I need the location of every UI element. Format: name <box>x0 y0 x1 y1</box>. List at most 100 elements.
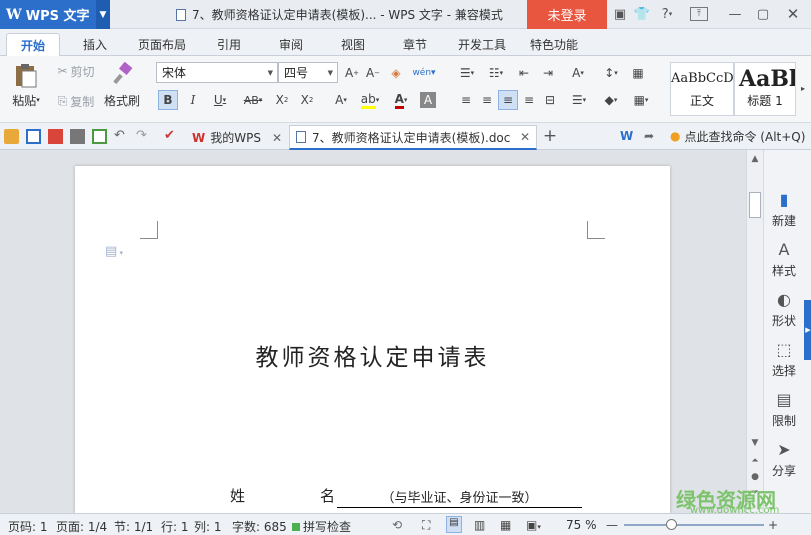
tab-home[interactable]: 开始 <box>6 33 60 56</box>
field-note[interactable]: （与毕业证、身份证一致） <box>337 487 582 508</box>
doc-tab-current[interactable]: 7、教师资格证认定申请表(模板).doc ✕ <box>289 125 537 150</box>
font-size-select[interactable]: 四号 ▼ <box>278 62 338 83</box>
tab-insert[interactable]: 插入 <box>72 33 118 56</box>
minimize-icon[interactable]: — <box>726 5 744 23</box>
command-search[interactable]: ● 点此查找命令 (Alt+Q) <box>670 127 805 145</box>
zoom-in-icon[interactable]: + <box>768 518 778 532</box>
print-icon[interactable] <box>70 129 85 144</box>
close-tab-icon[interactable]: ✕ <box>272 131 282 145</box>
help-icon[interactable]: ? ▾ <box>656 5 678 23</box>
panel-shape[interactable]: ◐ 形状 <box>764 290 804 329</box>
full-screen-view-icon[interactable]: ⛶ <box>422 518 430 533</box>
web-view-icon[interactable]: ▦ <box>500 518 511 532</box>
skin-icon[interactable]: ▣ <box>612 5 628 23</box>
format-painter-icon[interactable] <box>108 62 138 86</box>
phonetic-guide-icon[interactable]: wén▾ <box>410 63 438 83</box>
shirt-icon[interactable]: 👕 <box>634 5 650 23</box>
tab-chapter[interactable]: 章节 <box>392 33 438 56</box>
scroll-thumb[interactable] <box>749 192 761 218</box>
chinese-layout-icon[interactable]: A ▾ <box>564 63 592 83</box>
bold-icon[interactable]: B <box>158 90 178 110</box>
panel-style[interactable]: A 样式 <box>764 240 804 279</box>
app-menu-button[interactable]: W WPS 文字 <box>0 0 96 29</box>
char-shading-icon[interactable]: A <box>420 92 436 108</box>
numbered-list-icon[interactable]: ☷ ▾ <box>483 63 509 83</box>
strikethrough-icon[interactable]: AB ▾ <box>238 90 268 110</box>
zoom-slider-thumb[interactable] <box>666 519 677 530</box>
highlight-icon[interactable]: ab ▾ <box>356 90 384 110</box>
fullscreen-icon[interactable]: ⤒ <box>690 7 708 21</box>
history-icon[interactable]: ⟲ <box>392 518 402 532</box>
scroll-up-icon[interactable]: ▲ <box>748 154 762 164</box>
align-left-icon[interactable]: ≡ <box>456 90 476 110</box>
maximize-icon[interactable]: ▢ <box>754 5 772 23</box>
bullet-list-icon[interactable]: ☰ ▾ <box>454 63 480 83</box>
scroll-down-icon[interactable]: ▼ <box>748 438 762 448</box>
export-pdf-icon[interactable] <box>48 129 63 144</box>
customize-icon[interactable]: ✔ <box>164 129 179 144</box>
tab-special[interactable]: 特色功能 <box>524 33 584 56</box>
login-button[interactable]: 未登录 <box>527 0 607 29</box>
panel-select[interactable]: ⬚ 选择 <box>764 340 804 379</box>
reading-view-icon[interactable]: ▣▾ <box>526 518 541 532</box>
align-right-icon[interactable]: ≡ <box>498 90 518 110</box>
shading-icon[interactable]: ◆ ▾ <box>598 90 624 110</box>
app-menu-dropdown-icon[interactable]: ▼ <box>96 0 110 29</box>
save-icon[interactable] <box>26 129 41 144</box>
style-normal[interactable]: AaBbCcD 正文 <box>670 62 734 116</box>
paste-button[interactable]: 粘贴 ▾ <box>6 92 46 108</box>
panel-share[interactable]: ➤ 分享 <box>764 440 804 479</box>
new-tab-button[interactable]: + <box>542 126 558 146</box>
print-preview-icon[interactable] <box>92 129 107 144</box>
subscript-icon[interactable]: X2 <box>297 90 317 110</box>
redo-icon[interactable]: ↷ <box>136 129 151 144</box>
doc-tab-my-wps[interactable]: W 我的WPS ✕ <box>186 125 286 150</box>
grow-font-icon[interactable]: A + <box>342 63 362 83</box>
status-page[interactable]: 页码: 1 <box>8 518 48 535</box>
panel-collapse-icon[interactable]: ▶ <box>804 300 811 360</box>
justify-icon[interactable]: ≡ <box>519 90 539 110</box>
prev-page-icon[interactable]: ⏶ <box>748 456 762 466</box>
zoom-out-icon[interactable]: — <box>606 518 618 532</box>
align-center-icon[interactable]: ≡ <box>477 90 497 110</box>
wps-cloud-icon[interactable]: W <box>620 129 635 144</box>
cut-button[interactable]: ✂ 剪切 <box>52 62 100 80</box>
zoom-level[interactable]: 75 % <box>566 518 597 532</box>
copy-button[interactable]: ⎘ 复制 <box>52 92 100 110</box>
border-icon[interactable]: ▦ ▾ <box>628 90 654 110</box>
outline-view-icon[interactable]: ▥ <box>474 518 485 532</box>
shrink-font-icon[interactable]: A − <box>363 63 383 83</box>
table-icon[interactable]: ▦ <box>628 63 648 83</box>
undo-icon[interactable]: ↶ <box>114 129 129 144</box>
vertical-scrollbar[interactable]: ▲ ▼ ⏶ ● ⏷ <box>746 150 763 513</box>
panel-restrict[interactable]: ▤ 限制 <box>764 390 804 429</box>
select-browse-icon[interactable]: ● <box>748 472 762 482</box>
italic-icon[interactable]: I <box>183 90 203 110</box>
superscript-icon[interactable]: X2 <box>272 90 292 110</box>
zoom-slider[interactable] <box>624 524 764 526</box>
spell-check-button[interactable]: 拼写检查 <box>292 518 351 535</box>
distribute-icon[interactable]: ⊟ <box>540 90 560 110</box>
underline-icon[interactable]: U ▾ <box>206 90 234 110</box>
line-spacing-icon[interactable]: ☰ ▾ <box>566 90 592 110</box>
font-name-select[interactable]: 宋体 ▼ <box>156 62 278 83</box>
document-page[interactable]: ▤ ▾ 教师资格认定申请表 姓 名 （与毕业证、身份证一致） <box>75 166 670 513</box>
panel-new[interactable]: ▮ 新建 <box>764 190 804 229</box>
tab-page-layout[interactable]: 页面布局 <box>132 33 192 56</box>
tab-review[interactable]: 审阅 <box>268 33 314 56</box>
close-tab-icon[interactable]: ✕ <box>520 130 530 144</box>
sort-icon[interactable]: ↕ ▾ <box>598 63 624 83</box>
status-word-count[interactable]: 字数: 685 <box>232 518 287 535</box>
open-folder-icon[interactable] <box>4 129 19 144</box>
style-heading-1[interactable]: AaBl 标题 1 <box>734 62 796 116</box>
clear-format-icon[interactable]: ◈ <box>386 63 406 83</box>
text-effect-icon[interactable]: A ▾ <box>328 90 354 110</box>
tab-references[interactable]: 引用 <box>206 33 252 56</box>
share-arrow-icon[interactable]: ➦ <box>644 129 659 144</box>
font-color-icon[interactable]: A ▾ <box>388 90 414 110</box>
close-icon[interactable]: ✕ <box>784 5 802 23</box>
paragraph-icon[interactable]: ▤ ▾ <box>105 244 123 259</box>
tab-view[interactable]: 视图 <box>330 33 376 56</box>
increase-indent-icon[interactable]: ⇥ <box>538 63 558 83</box>
paste-icon[interactable] <box>10 62 42 88</box>
